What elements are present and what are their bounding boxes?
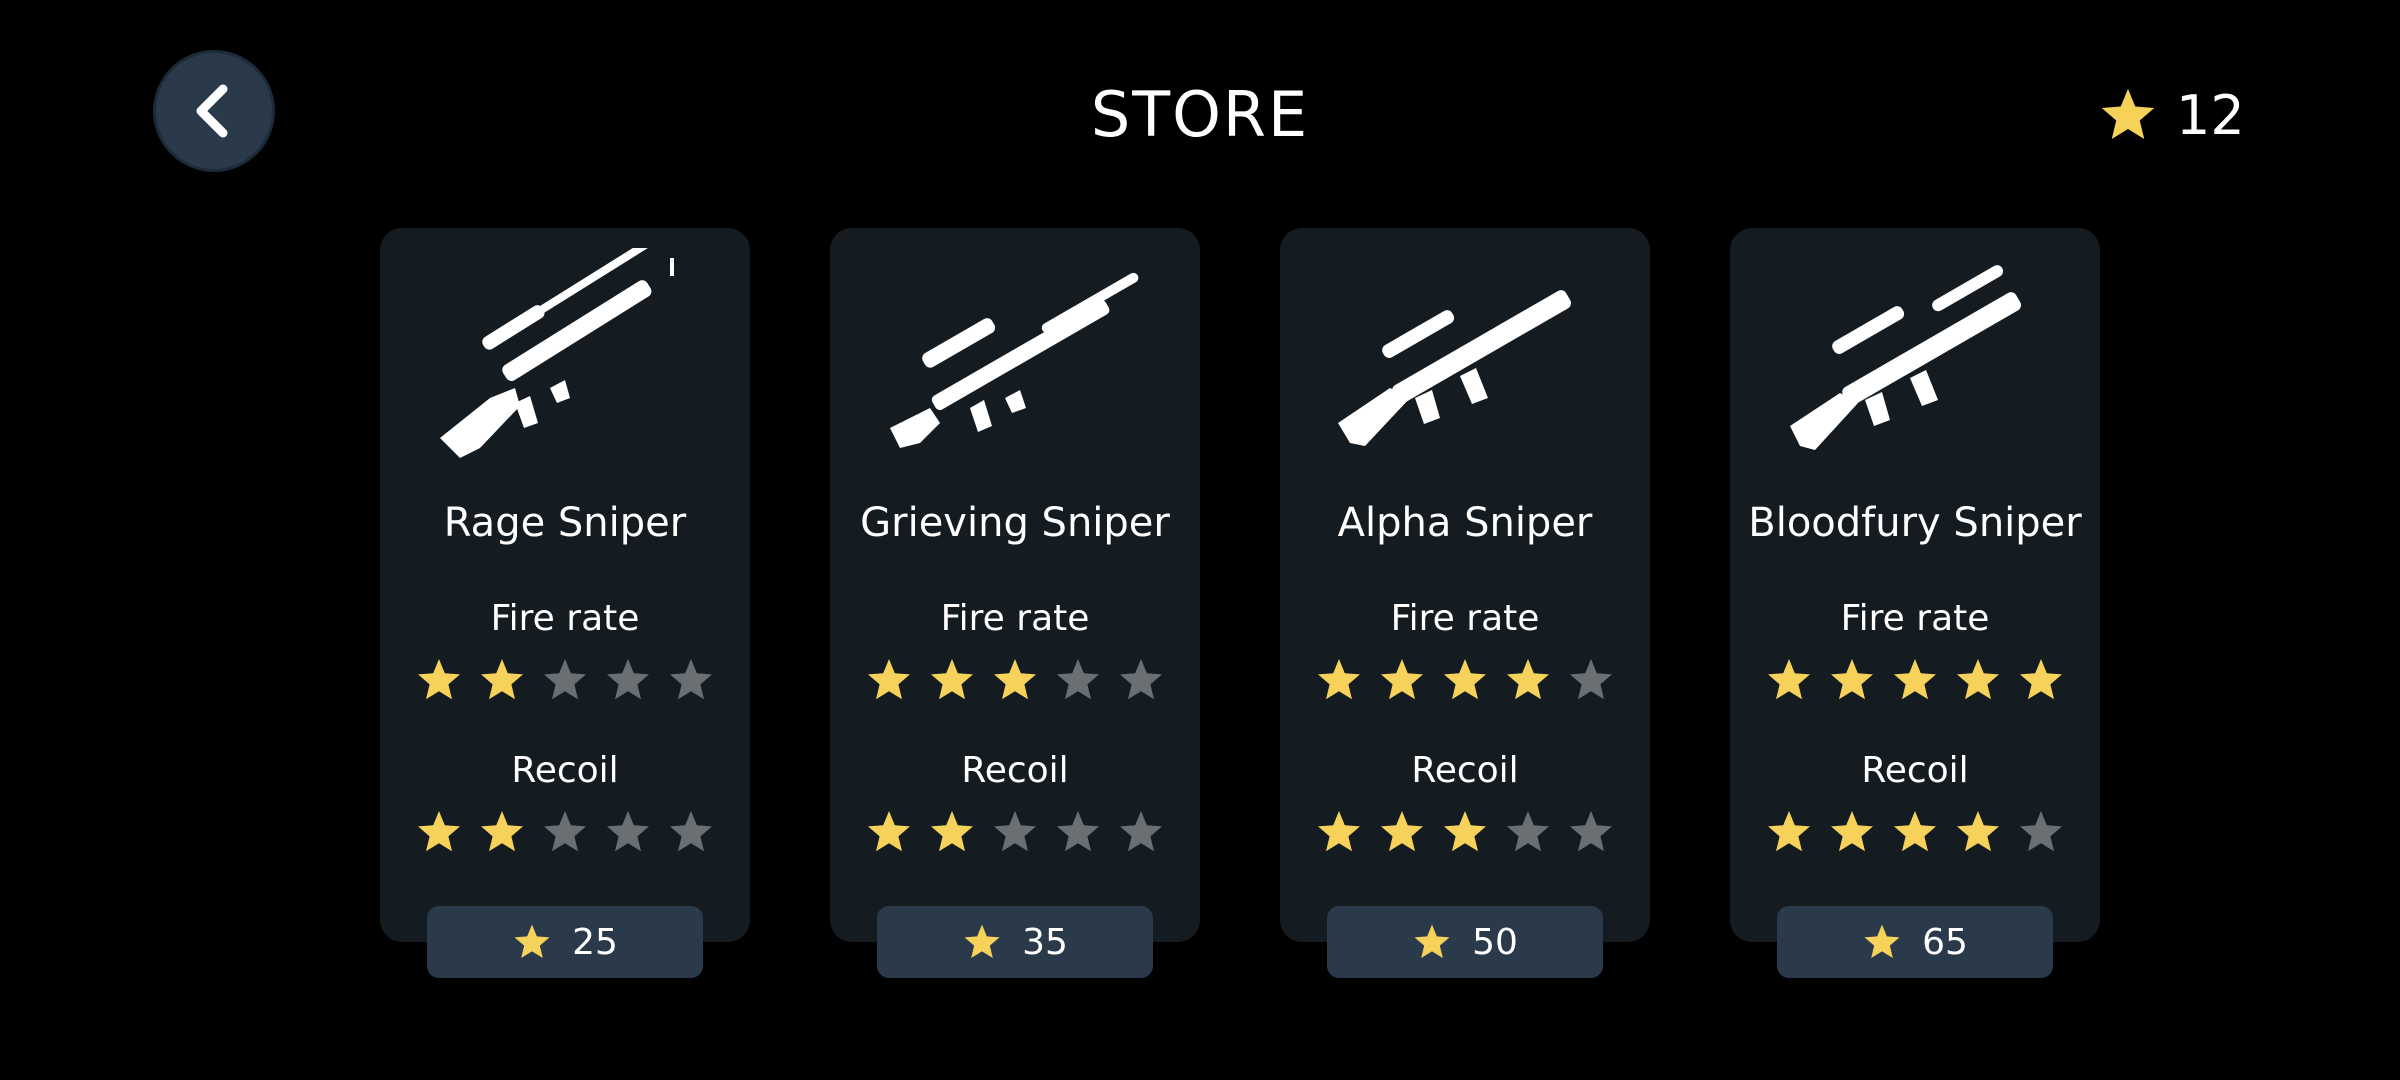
recoil-label: Recoil xyxy=(1411,750,1519,791)
star-balance-value: 12 xyxy=(2176,83,2245,147)
weapon-card-rage-sniper[interactable]: Rage Sniper Fire rate Recoil xyxy=(380,228,750,942)
star-filled-icon xyxy=(418,659,460,700)
rifle-icon xyxy=(440,248,674,458)
buy-button-rage-sniper[interactable]: 25 xyxy=(427,906,703,978)
buy-button-bloodfury-sniper[interactable]: 65 xyxy=(1777,906,2053,978)
star-empty-icon xyxy=(1057,659,1099,700)
star-filled-icon xyxy=(1894,659,1936,700)
star-filled-icon xyxy=(1381,659,1423,700)
buy-button-grieving-sniper[interactable]: 35 xyxy=(877,906,1153,978)
recoil-stars xyxy=(830,808,1200,856)
star-filled-icon xyxy=(1768,659,1810,700)
recoil-label: Recoil xyxy=(1861,750,1969,791)
weapon-card-bloodfury-sniper[interactable]: Bloodfury Sniper Fire rate Recoil xyxy=(1730,228,2100,942)
star-empty-icon xyxy=(1507,811,1549,852)
star-filled-icon xyxy=(1831,659,1873,700)
fire-rate-label: Fire rate xyxy=(1390,598,1540,639)
fire-rate-label: Fire rate xyxy=(490,598,640,639)
star-filled-icon xyxy=(931,659,973,700)
star-filled-icon xyxy=(481,811,523,852)
star-filled-icon xyxy=(1444,811,1486,852)
star-filled-icon xyxy=(1381,811,1423,852)
star-empty-icon xyxy=(994,811,1036,852)
weapon-name: Bloodfury Sniper xyxy=(1748,500,2082,546)
star-empty-icon xyxy=(544,659,586,700)
star-filled-icon xyxy=(1957,659,1999,700)
fire-rate-label: Fire rate xyxy=(940,598,1090,639)
star-filled-icon xyxy=(1507,659,1549,700)
recoil-stars xyxy=(1730,808,2100,856)
star-filled-icon xyxy=(868,811,910,852)
star-icon xyxy=(2101,88,2155,139)
recoil-label: Recoil xyxy=(511,750,619,791)
buy-button-alpha-sniper[interactable]: 50 xyxy=(1327,906,1603,978)
page-title: STORE xyxy=(1090,78,1310,151)
recoil-stars xyxy=(380,808,750,856)
price-label: 50 xyxy=(1472,921,1518,963)
fire-rate-stars xyxy=(1280,656,1650,704)
weapon-name: Rage Sniper xyxy=(443,500,687,546)
star-empty-icon xyxy=(1120,659,1162,700)
star-filled-icon xyxy=(418,811,460,852)
star-empty-icon xyxy=(670,811,712,852)
rifle-icon xyxy=(1790,265,2022,450)
fire-rate-stars xyxy=(1730,656,2100,704)
price-label: 35 xyxy=(1022,921,1068,963)
star-empty-icon xyxy=(2020,811,2062,852)
star-icon xyxy=(1864,924,1900,958)
weapon-card-grieving-sniper[interactable]: Grieving Sniper Fire rate Recoil xyxy=(830,228,1200,942)
star-filled-icon xyxy=(994,659,1036,700)
recoil-label: Recoil xyxy=(961,750,1069,791)
star-filled-icon xyxy=(931,811,973,852)
weapon-name: Alpha Sniper xyxy=(1337,500,1593,546)
star-icon xyxy=(964,924,1000,958)
star-empty-icon xyxy=(1570,659,1612,700)
star-filled-icon xyxy=(1768,811,1810,852)
recoil-stars xyxy=(1280,808,1650,856)
weapon-name: Grieving Sniper xyxy=(860,500,1170,546)
star-empty-icon xyxy=(1057,811,1099,852)
star-balance: 12 xyxy=(2098,82,2245,148)
star-filled-icon xyxy=(2020,659,2062,700)
star-filled-icon xyxy=(1894,811,1936,852)
price-label: 65 xyxy=(1922,921,1968,963)
fire-rate-stars xyxy=(830,656,1200,704)
rifle-icon xyxy=(1338,290,1572,446)
fire-rate-stars xyxy=(380,656,750,704)
star-filled-icon xyxy=(481,659,523,700)
star-empty-icon xyxy=(607,659,649,700)
star-empty-icon xyxy=(670,659,712,700)
star-empty-icon xyxy=(1120,811,1162,852)
star-empty-icon xyxy=(1570,811,1612,852)
star-icon xyxy=(514,924,550,958)
star-filled-icon xyxy=(1318,811,1360,852)
star-filled-icon xyxy=(1444,659,1486,700)
star-empty-icon xyxy=(607,811,649,852)
rifle-icon xyxy=(890,272,1139,448)
star-icon xyxy=(1414,924,1450,958)
star-filled-icon xyxy=(868,659,910,700)
star-filled-icon xyxy=(1318,659,1360,700)
star-filled-icon xyxy=(1831,811,1873,852)
star-filled-icon xyxy=(1957,811,1999,852)
fire-rate-label: Fire rate xyxy=(1840,598,1990,639)
price-label: 25 xyxy=(572,921,618,963)
star-empty-icon xyxy=(544,811,586,852)
weapon-card-alpha-sniper[interactable]: Alpha Sniper Fire rate Recoil xyxy=(1280,228,1650,942)
